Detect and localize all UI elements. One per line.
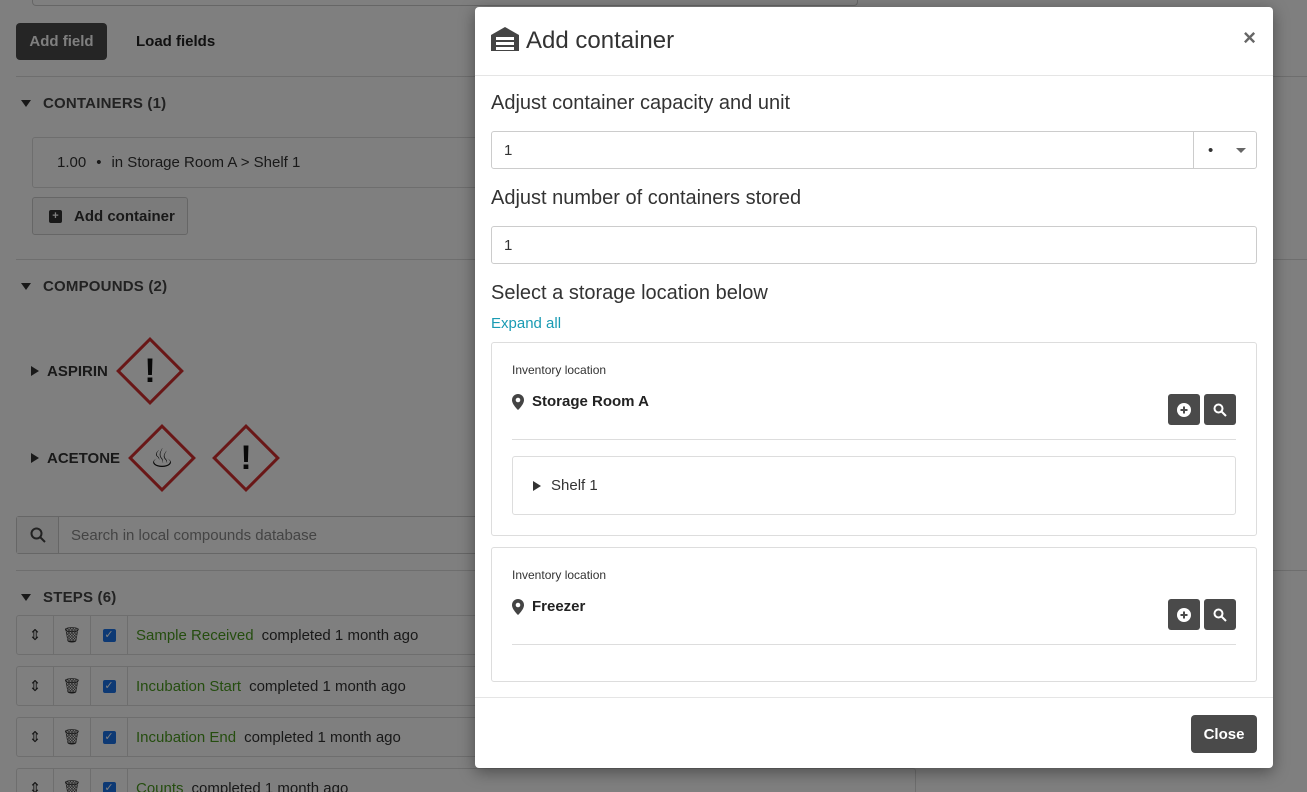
expand-caret-icon (533, 480, 541, 491)
plus-circle-icon (1177, 402, 1191, 417)
search-icon (1213, 403, 1227, 417)
modal-footer: Close (475, 697, 1273, 768)
unit-select[interactable]: • (1193, 132, 1256, 168)
sublocation-name: Shelf 1 (551, 477, 598, 494)
modal-body: Adjust container capacity and unit 1 • A… (475, 76, 1273, 682)
location-type-label: Inventory location (512, 363, 607, 377)
number-label: Adjust number of containers stored (491, 187, 802, 209)
location-actions (1168, 599, 1236, 630)
map-pin-icon (512, 598, 524, 615)
view-location-button[interactable] (1204, 394, 1236, 425)
add-container-modal: Add container × Adjust container capacit… (475, 7, 1273, 768)
search-icon (1213, 608, 1227, 622)
sublocation-shelf[interactable]: Shelf 1 (512, 456, 1236, 515)
chevron-down-icon (1236, 147, 1246, 153)
location-label: Select a storage location below (491, 282, 768, 304)
location-card: Inventory location Freezer (491, 547, 1257, 682)
location-name: Freezer (532, 598, 586, 615)
location-name: Storage Room A (532, 393, 649, 410)
add-sublocation-button[interactable] (1168, 394, 1200, 425)
number-input[interactable]: 1 (491, 226, 1257, 264)
close-button[interactable]: Close (1191, 715, 1257, 753)
capacity-label: Adjust container capacity and unit (491, 92, 791, 114)
plus-circle-icon (1177, 607, 1191, 622)
capacity-input[interactable]: 1 (492, 142, 1193, 159)
divider (512, 644, 1236, 645)
add-sublocation-button[interactable] (1168, 599, 1200, 630)
capacity-input-group: 1 • (491, 131, 1257, 169)
number-value: 1 (504, 236, 513, 254)
divider (512, 439, 1236, 440)
unit-value: • (1208, 141, 1214, 159)
location-type-label: Inventory location (512, 568, 607, 582)
modal-header: Add container × (475, 7, 1273, 76)
warehouse-icon (490, 26, 520, 57)
close-icon[interactable]: × (1243, 25, 1256, 51)
modal-title: Add container (526, 27, 675, 54)
location-name-row[interactable]: Freezer (512, 598, 1236, 615)
location-actions (1168, 394, 1236, 425)
location-name-row[interactable]: Storage Room A (512, 393, 1236, 410)
view-location-button[interactable] (1204, 599, 1236, 630)
location-card: Inventory location Storage Room A Shelf … (491, 342, 1257, 536)
map-pin-icon (512, 393, 524, 410)
expand-all-link[interactable]: Expand all (491, 315, 1257, 332)
